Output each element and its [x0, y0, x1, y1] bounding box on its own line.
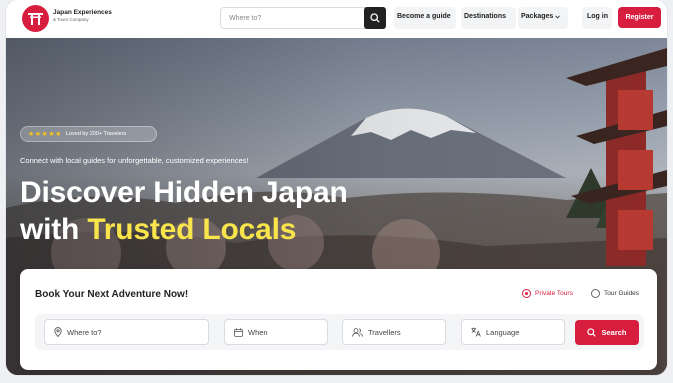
- where-to-input[interactable]: Where to?: [44, 319, 209, 345]
- brand-title: Japan Experiences: [53, 9, 112, 16]
- nav-search-input[interactable]: Where to?: [220, 7, 386, 29]
- chevron-down-icon[interactable]: [555, 15, 560, 19]
- translate-icon: [471, 327, 481, 337]
- hero-section: ★★★★★ Loved by 200+ Travelers Connect wi…: [6, 38, 667, 375]
- nav-link-become-guide[interactable]: Become a guide: [397, 13, 451, 20]
- hero-headline-highlight: Trusted Locals: [87, 213, 297, 246]
- radio-private-tours-label: Private Tours: [535, 290, 573, 297]
- calendar-icon: [234, 327, 243, 337]
- search-button-label: Search: [601, 328, 627, 337]
- rating-stars-icon: ★★★★★: [28, 131, 62, 138]
- users-icon: [352, 327, 363, 337]
- nav-search-placeholder: Where to?: [229, 14, 262, 22]
- nav-link-packages[interactable]: Packages: [521, 13, 553, 20]
- radio-dot-icon: [522, 289, 531, 298]
- hero-tagline: Connect with local guides for unforgetta…: [20, 156, 249, 165]
- brand-subtitle: & Tours Company: [53, 16, 89, 22]
- login-link[interactable]: Log in: [587, 13, 608, 20]
- hero-headline: Discover Hidden Japan with Trusted Local…: [20, 174, 348, 248]
- hero-headline-line1: Discover Hidden Japan: [20, 176, 348, 209]
- location-pin-icon: [54, 327, 62, 337]
- search-button[interactable]: Search: [575, 320, 639, 345]
- when-placeholder: When: [248, 327, 268, 337]
- radio-tour-guides-label: Tour Guides: [604, 290, 640, 297]
- hero-headline-line2-prefix: with: [20, 213, 88, 246]
- search-icon: [370, 13, 380, 23]
- travellers-input[interactable]: Travellers: [342, 319, 446, 345]
- search-icon: [587, 328, 597, 337]
- travellers-placeholder: Travellers: [368, 327, 401, 337]
- brand-logo[interactable]: [22, 5, 49, 32]
- nav-search-button[interactable]: [364, 7, 386, 29]
- radio-dot-icon: [591, 289, 600, 298]
- when-input[interactable]: When: [224, 319, 328, 345]
- booking-title: Book Your Next Adventure Now!: [35, 289, 189, 300]
- top-nav: Japan Experiences & Tours Company Where …: [6, 0, 667, 38]
- language-input[interactable]: Language: [461, 319, 565, 345]
- nav-link-destinations[interactable]: Destinations: [464, 13, 506, 20]
- radio-tour-guides[interactable]: Tour Guides: [591, 289, 639, 298]
- rating-badge: ★★★★★ Loved by 200+ Travelers: [20, 126, 157, 142]
- brand-name[interactable]: Japan Experiences & Tours Company: [53, 9, 112, 22]
- where-to-placeholder: Where to?: [67, 327, 102, 337]
- torii-icon: [28, 13, 43, 25]
- radio-private-tours[interactable]: Private Tours: [522, 289, 573, 298]
- rating-badge-text: Loved by 200+ Travelers: [65, 131, 127, 137]
- page-frame: Japan Experiences & Tours Company Where …: [6, 0, 667, 375]
- register-button[interactable]: Register: [618, 7, 661, 28]
- language-placeholder: Language: [486, 327, 520, 337]
- booking-card: Book Your Next Adventure Now! Private To…: [20, 269, 657, 370]
